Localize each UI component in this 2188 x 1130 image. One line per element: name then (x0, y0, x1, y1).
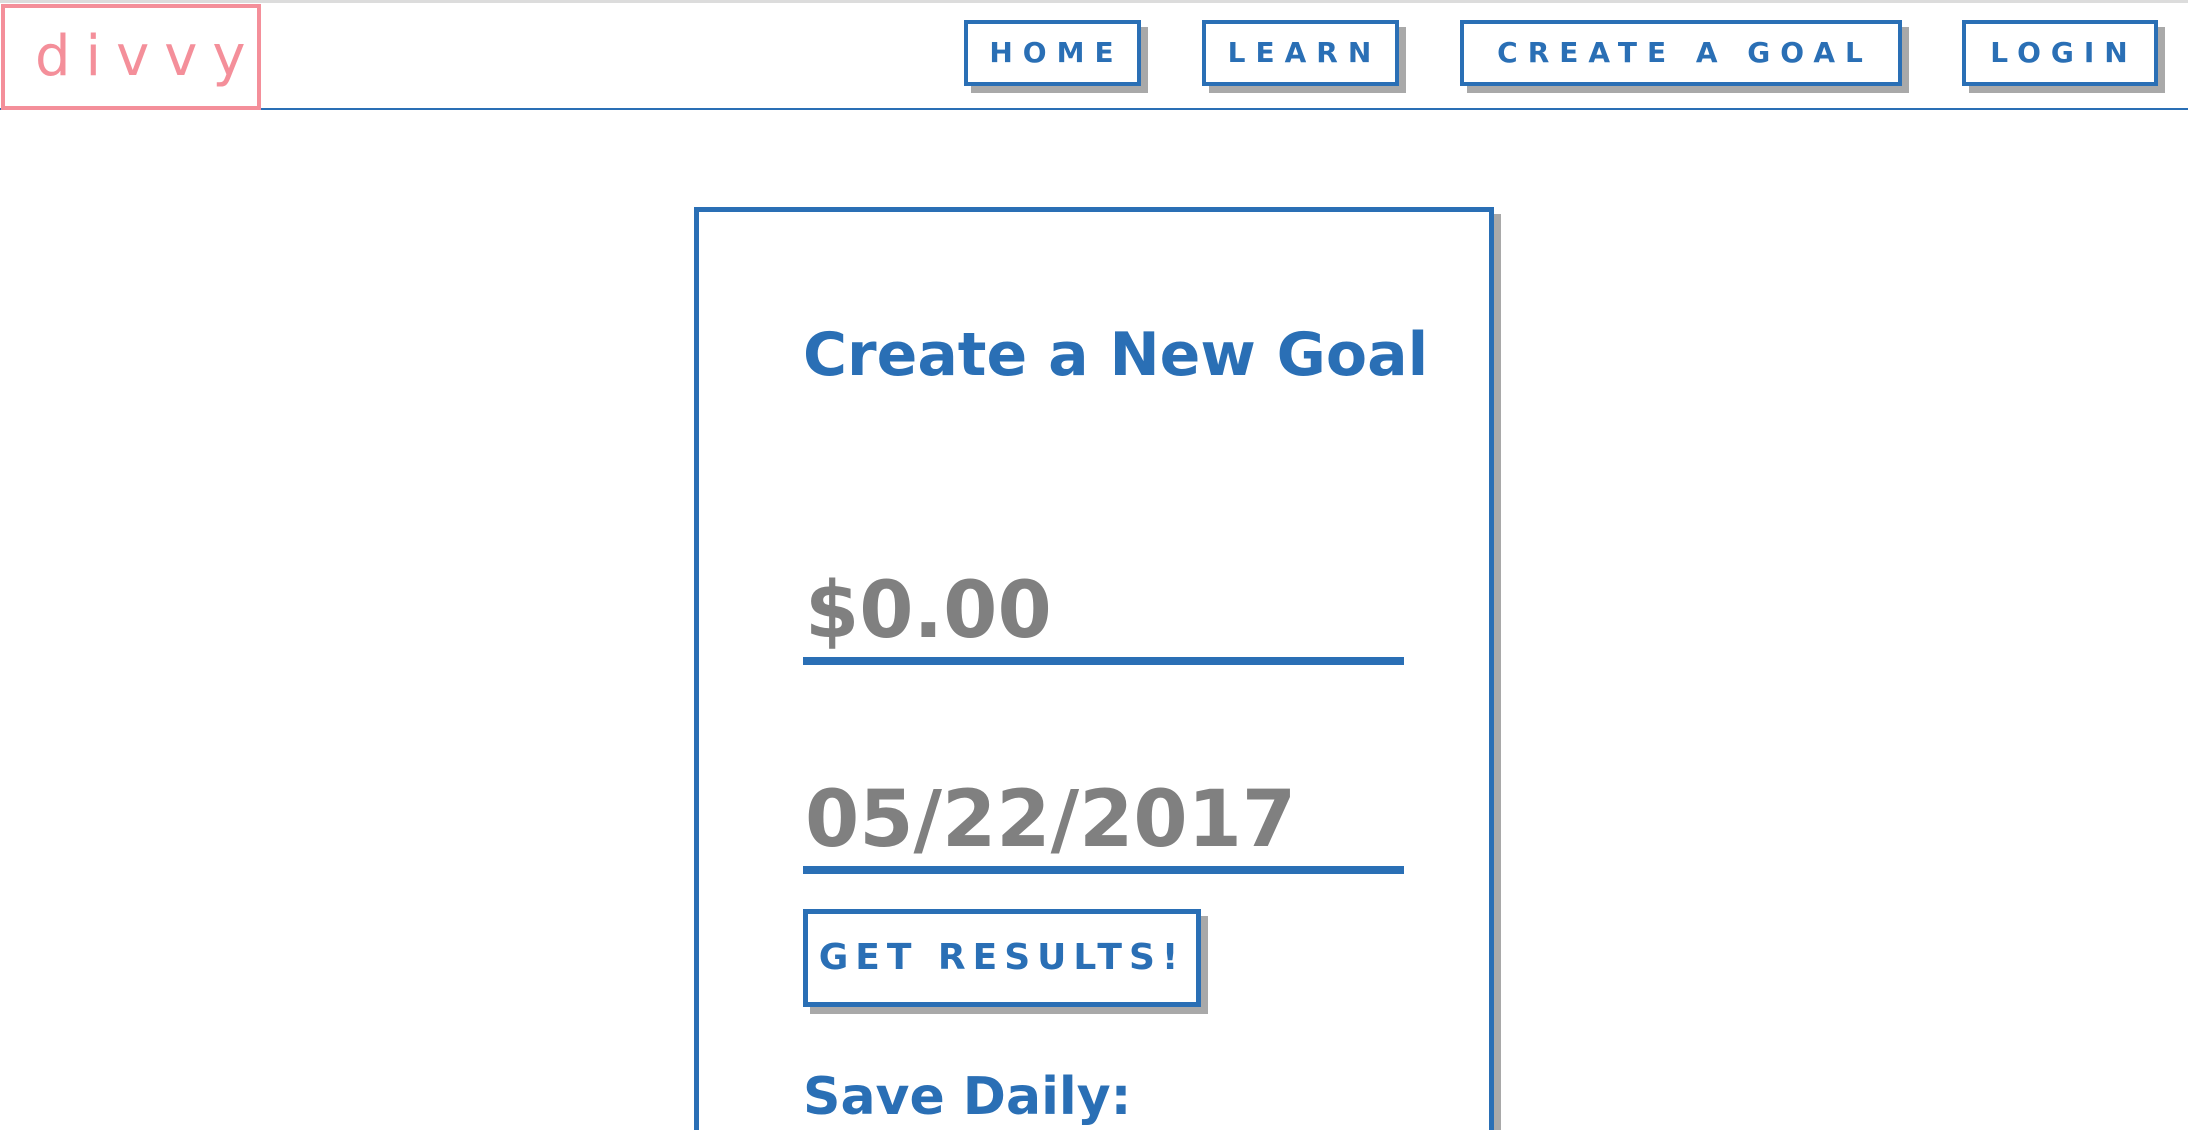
page: divvy HOME LEARN CREATE A GOAL LOGIN Cre… (0, 0, 2188, 1130)
logo[interactable]: divvy (1, 4, 261, 110)
nav-home-button[interactable]: HOME (964, 20, 1141, 86)
top-nav-bar: divvy HOME LEARN CREATE A GOAL LOGIN (0, 0, 2188, 110)
nav-learn-button[interactable]: LEARN (1202, 20, 1399, 86)
card-title: Create a New Goal (803, 320, 1429, 390)
get-results-button[interactable]: GET RESULTS! (803, 909, 1201, 1007)
goal-amount-input[interactable] (803, 565, 1404, 665)
save-daily-label: Save Daily: (803, 1067, 1132, 1127)
nav-create-goal-button[interactable]: CREATE A GOAL (1460, 20, 1902, 86)
goal-date-input[interactable] (803, 774, 1404, 874)
create-goal-card: Create a New Goal GET RESULTS! Save Dail… (694, 207, 1494, 1130)
nav-login-button[interactable]: LOGIN (1962, 20, 2158, 86)
